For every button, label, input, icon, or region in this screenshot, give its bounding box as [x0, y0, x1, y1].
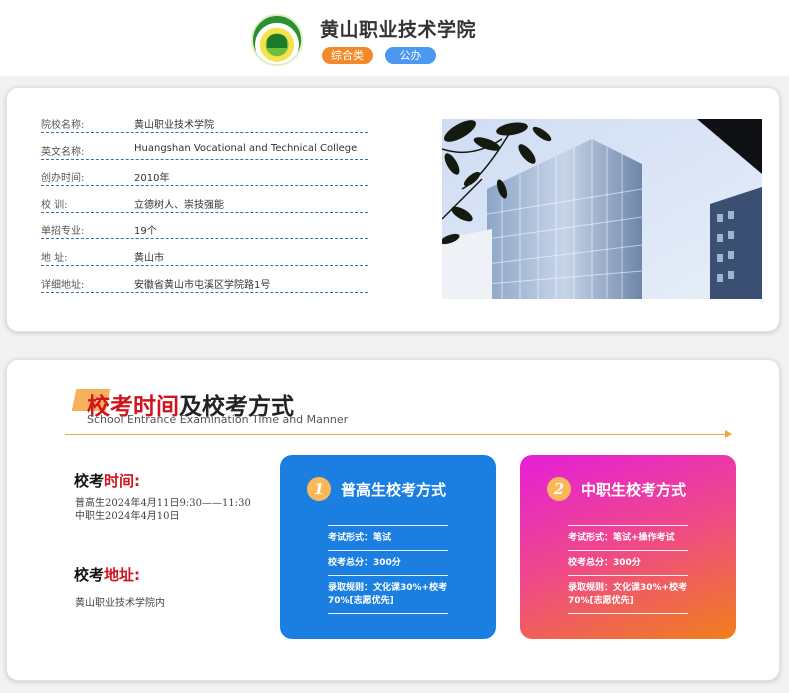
method-rule: 录取规则：文化课30%+校考70%[志愿优先] — [568, 575, 688, 608]
school-logo — [251, 14, 303, 66]
exam-time-line: 中职生2024年4月10日 — [75, 511, 180, 522]
info-key: 地 址: — [41, 253, 68, 264]
type-tag: 综合类 — [322, 47, 373, 64]
info-key: 创办时间: — [41, 173, 85, 184]
method-title: 普高生校考方式 — [341, 481, 447, 499]
section-subtitle: School Entrance Examination Time and Man… — [87, 413, 349, 426]
school-info-card: 院校名称: 黄山职业技术学院 英文名称: Huangshan Vocationa… — [6, 87, 780, 332]
method-divider — [568, 613, 688, 614]
info-key: 英文名称: — [41, 147, 85, 158]
info-row: 英文名称: Huangshan Vocational and Technical… — [41, 133, 368, 160]
info-row: 地 址: 黄山市 — [41, 239, 368, 266]
info-key: 单招专业: — [41, 226, 85, 237]
method-score: 校考总分：300分 — [568, 550, 688, 570]
method-form: 考试形式：笔试+操作考试 — [568, 525, 688, 545]
method-title: 中职生校考方式 — [581, 481, 687, 499]
info-key: 详细地址: — [41, 280, 85, 291]
method-score: 校考总分：300分 — [328, 550, 448, 570]
info-value: 19个 — [134, 226, 157, 237]
number-badge: 1 — [307, 477, 331, 501]
campus-photo — [442, 119, 762, 299]
school-name: 黄山职业技术学院 — [320, 19, 477, 41]
info-key: 院校名称: — [41, 120, 85, 131]
method-card-general: 1 普高生校考方式 考试形式：笔试 校考总分：300分 录取规则：文化课30%+… — [280, 455, 496, 639]
method-divider — [328, 613, 448, 614]
exam-card: 校考时间及校考方式 School Entrance Examination Ti… — [6, 359, 780, 681]
info-value: Huangshan Vocational and Technical Colle… — [134, 143, 358, 154]
method-form: 考试形式：笔试 — [328, 525, 448, 545]
info-value: 立德树人、崇技强能 — [134, 200, 224, 211]
ownership-tag: 公办 — [385, 47, 436, 64]
info-value: 黄山市 — [134, 253, 164, 264]
info-row: 院校名称: 黄山职业技术学院 — [41, 106, 368, 133]
info-row: 详细地址: 安徽省黄山市屯溪区学院路1号 — [41, 266, 368, 293]
arrow-right-icon — [725, 430, 732, 438]
school-header: 黄山职业技术学院 综合类 公办 — [0, 0, 789, 76]
exam-time-label: 校考时间: — [74, 472, 141, 490]
section-divider — [65, 434, 731, 435]
info-value: 黄山职业技术学院 — [134, 120, 214, 131]
info-value: 安徽省黄山市屯溪区学院路1号 — [134, 280, 271, 291]
info-key: 校 训: — [41, 200, 68, 211]
method-card-vocational: 2 中职生校考方式 考试形式：笔试+操作考试 校考总分：300分 录取规则：文化… — [520, 455, 736, 639]
info-value: 2010年 — [134, 173, 170, 184]
info-row: 校 训: 立德树人、崇技强能 — [41, 186, 368, 213]
info-row: 创办时间: 2010年 — [41, 159, 368, 186]
method-rule: 录取规则：文化课30%+校考70%[志愿优先] — [328, 575, 448, 608]
info-row: 单招专业: 19个 — [41, 212, 368, 239]
exam-address-label: 校考地址: — [74, 566, 141, 584]
number-badge: 2 — [547, 477, 571, 501]
exam-address: 黄山职业技术学院内 — [75, 598, 165, 609]
